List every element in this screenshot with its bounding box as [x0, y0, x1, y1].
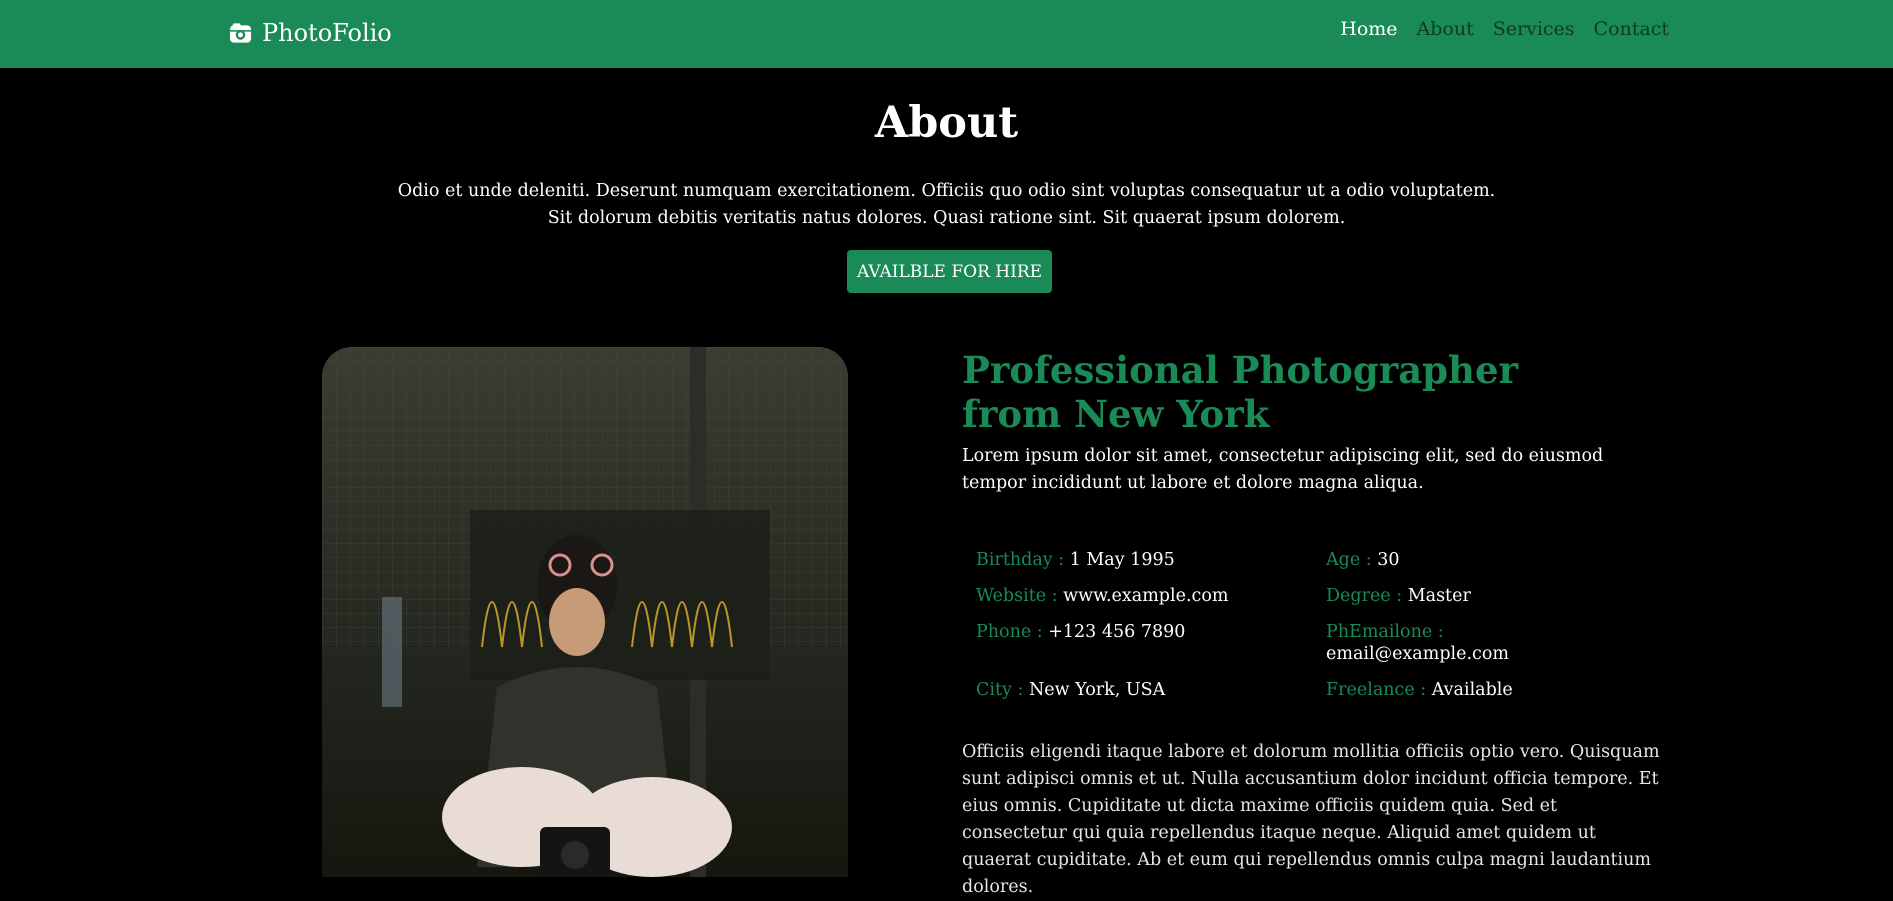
detail-email: PhEmailone : email@example.com [1326, 622, 1509, 664]
detail-phone: Phone : +123 456 7890 [976, 622, 1186, 642]
brand-link[interactable]: PhotoFolio [229, 17, 392, 49]
camera-icon [229, 23, 252, 43]
detail-city: City : New York, USA [976, 680, 1166, 700]
profile-photo [322, 347, 848, 877]
navbar: PhotoFolio Home About Services Contact [0, 0, 1893, 68]
details-list: Birthday : 1 May 1995 Age : 30 Website :… [976, 549, 1616, 701]
main-nav: Home About Services Contact [1340, 18, 1669, 40]
photographer-image [322, 347, 848, 877]
headline-line-1: Professional Photographer [962, 348, 1518, 392]
detail-age: Age : 30 [1326, 550, 1400, 570]
intro-line-1: Odio et unde deleniti. Deserunt numquam … [397, 181, 1496, 201]
detail-website: Website : www.example.com [976, 586, 1229, 606]
detail-degree: Degree : Master [1326, 586, 1471, 606]
hire-button[interactable]: AVAILBLE FOR HIRE [847, 250, 1052, 293]
about-headline: Professional Photographer from New York [962, 348, 1562, 436]
intro-line-2: Sit dolorum debitis veritatis natus dolo… [547, 208, 1346, 228]
lead-paragraph: Lorem ipsum dolor sit amet, consectetur … [962, 446, 1604, 493]
nav-link-home[interactable]: Home [1340, 18, 1397, 40]
nav-link-about[interactable]: About [1417, 18, 1474, 40]
section-title: About [874, 98, 1019, 148]
headline-line-2: from New York [962, 392, 1270, 436]
about-body-text: Officiis eligendi itaque labore et dolor… [962, 742, 1660, 897]
nav-link-contact[interactable]: Contact [1594, 18, 1669, 40]
brand-name: PhotoFolio [262, 19, 392, 47]
intro-text: Odio et unde deleniti. Deserunt numquam … [380, 178, 1513, 232]
detail-freelance: Freelance : Available [1326, 680, 1513, 700]
nav-link-services[interactable]: Services [1493, 18, 1575, 40]
detail-birthday: Birthday : 1 May 1995 [976, 550, 1175, 570]
